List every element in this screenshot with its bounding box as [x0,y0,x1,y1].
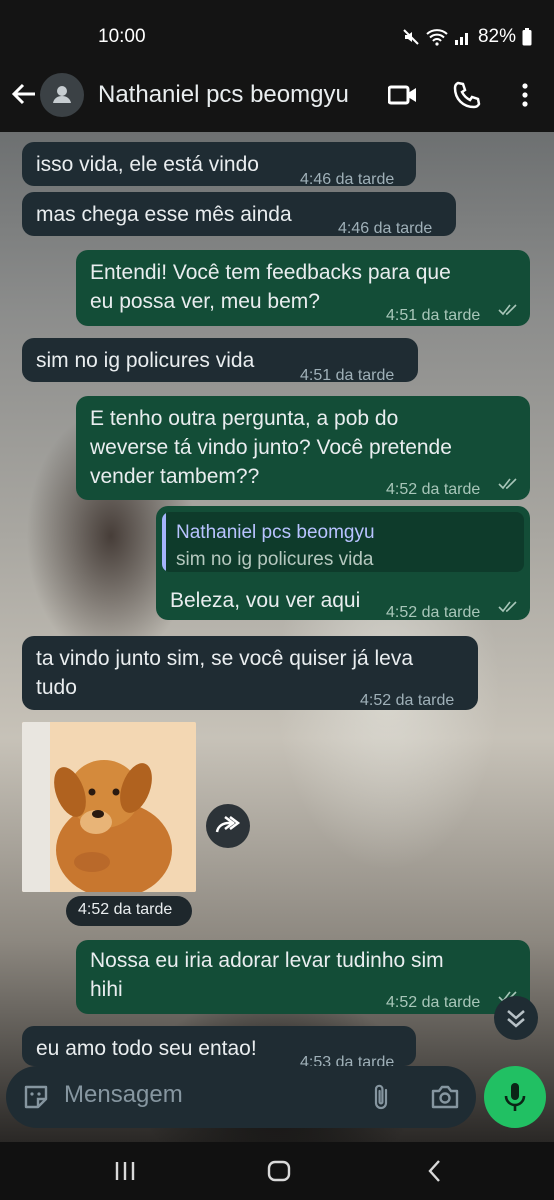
message-incoming[interactable]: sim no ig policures vida 4:51 da tarde [22,338,418,384]
scroll-to-bottom-button[interactable] [494,996,538,1040]
read-ticks-icon [498,304,517,316]
message-text: eu amo todo seu entao! [36,1037,257,1060]
system-navigation-bar [0,1142,554,1200]
message-time: 4:46 da tarde [338,220,433,237]
message-incoming[interactable]: isso vida, ele está vindo 4:46 da tarde [22,142,416,188]
message-time: 4:51 da tarde [300,367,395,384]
double-chevron-down-icon [507,1010,525,1028]
message-outgoing-reply[interactable]: Nathaniel pcs beomgyu sim no ig policure… [156,506,530,621]
message-text: weverse tá vindo junto? Você pretende [90,436,452,459]
home-icon[interactable] [264,1156,294,1186]
message-outgoing[interactable]: E tenho outra pergunta, a pob do weverse… [76,396,530,500]
message-text: sim no ig policures vida [36,349,255,372]
message-time: 4:52 da tarde [386,604,481,621]
quoted-text: sim no ig policures vida [176,549,374,570]
message-time: 4:52 da tarde [386,481,481,498]
image-message[interactable] [22,722,196,892]
back-arrow-icon[interactable] [10,80,38,108]
message-text: E tenho outra pergunta, a pob do [90,407,399,430]
back-nav-icon[interactable] [420,1156,450,1186]
message-text: hihi [90,978,123,1001]
message-incoming[interactable]: ta vindo junto sim, se você quiser já le… [22,636,478,710]
mute-icon [403,29,419,45]
message-time: 4:51 da tarde [386,307,481,324]
message-text: mas chega esse mês ainda [36,203,292,226]
puppy-photo [22,722,196,892]
message-text: tudo [36,676,77,699]
status-bar: 10:00 82% [0,0,554,70]
message-text: ta vindo junto sim, se você quiser já le… [36,647,414,670]
status-time: 10:00 [98,26,146,47]
person-icon [53,86,71,103]
message-time: 4:52 da tarde [386,994,481,1011]
attach-icon[interactable] [368,1082,396,1112]
message-time: 4:52 da tarde [78,901,173,918]
message-text: isso vida, ele está vindo [36,153,259,176]
recent-apps-icon[interactable] [110,1156,140,1186]
battery-icon [522,28,532,46]
message-outgoing[interactable]: Entendi! Você tem feedbacks para que eu … [76,250,530,326]
chat-header: Nathaniel pcs beomgyu [0,62,554,132]
message-time: 4:52 da tarde [360,692,455,709]
camera-icon[interactable] [430,1083,460,1111]
forward-button[interactable] [206,804,250,848]
contact-name[interactable]: Nathaniel pcs beomgyu [98,81,349,109]
message-incoming[interactable]: mas chega esse mês ainda 4:46 da tarde [22,192,456,237]
signal-icon [454,33,468,45]
contact-avatar[interactable] [40,73,84,117]
read-ticks-icon [498,478,517,490]
forward-icon [215,816,241,833]
status-icons: 82% [402,26,532,48]
voice-message-button[interactable] [484,1066,546,1128]
quote-bar [162,512,166,572]
message-time: 4:46 da tarde [300,171,395,188]
image-time-badge: 4:52 da tarde [66,896,192,926]
read-ticks-icon [498,601,517,613]
message-incoming[interactable]: eu amo todo seu entao! 4:53 da tarde [22,1026,416,1071]
message-composer [6,1066,476,1128]
message-text: Nossa eu iria adorar levar tudinho sim [90,949,444,972]
quoted-sender: Nathaniel pcs beomgyu [176,522,375,543]
voice-call-icon[interactable] [452,80,482,110]
microphone-icon [504,1083,526,1111]
quoted-message[interactable]: Nathaniel pcs beomgyu sim no ig policure… [162,512,524,572]
message-outgoing[interactable]: Nossa eu iria adorar levar tudinho sim h… [76,940,530,1014]
more-options-icon[interactable] [510,80,540,110]
message-text: eu possa ver, meu bem? [90,290,320,313]
message-text: Entendi! Você tem feedbacks para que [90,261,451,284]
message-input[interactable] [64,1081,284,1109]
battery-percent: 82% [477,26,516,47]
sticker-icon[interactable] [22,1083,50,1111]
message-text: Beleza, vou ver aqui [170,589,361,612]
message-text: vender tambem?? [90,465,260,488]
video-call-icon[interactable] [388,80,418,110]
wifi-icon [426,29,448,46]
